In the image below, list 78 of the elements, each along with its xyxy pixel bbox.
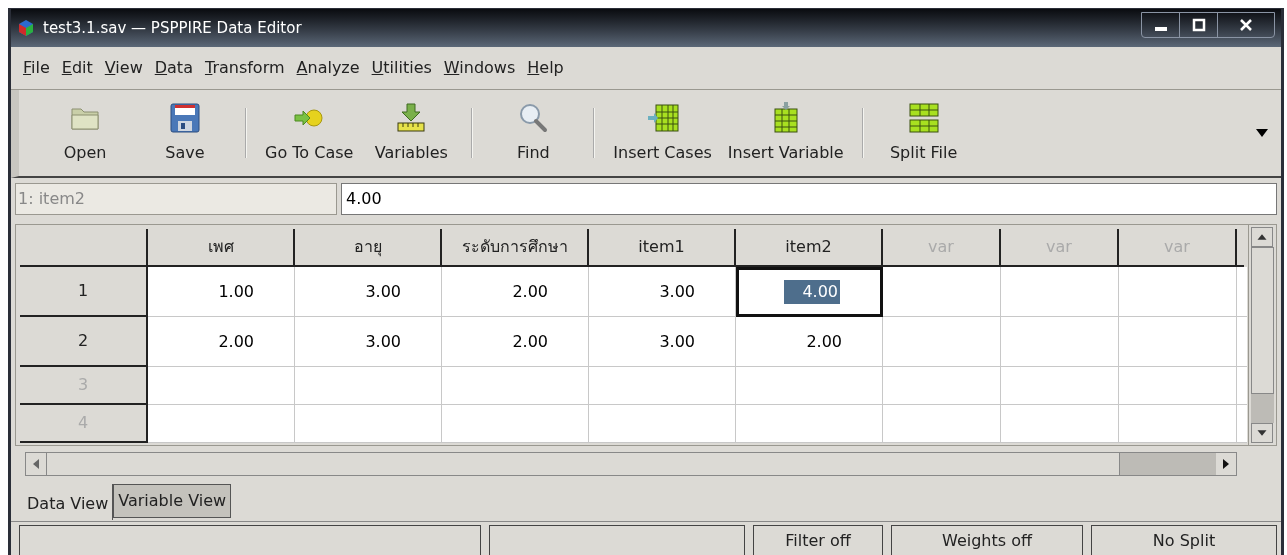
table-cell[interactable]	[736, 367, 883, 405]
table-cell[interactable]	[1001, 405, 1119, 443]
toolbar-button[interactable]: Split File	[873, 97, 974, 169]
table-cell[interactable]: 2.00	[442, 267, 589, 317]
maximize-icon	[1191, 18, 1206, 32]
app-cube-icon	[17, 19, 35, 37]
cell-value-field[interactable]: 4.00	[341, 183, 1277, 215]
table-cell[interactable]	[1237, 367, 1247, 405]
menu-item[interactable]: Windows	[439, 56, 520, 80]
column-header[interactable]: เพศ	[148, 229, 295, 265]
table-cell[interactable]	[883, 317, 1001, 367]
table-cell[interactable]	[442, 405, 589, 443]
scroll-up-icon[interactable]	[1251, 227, 1273, 247]
table-cell[interactable]	[1119, 367, 1237, 405]
table-cell[interactable]: 3.00	[589, 317, 736, 367]
table-cell[interactable]	[1119, 317, 1237, 367]
menu-item[interactable]: Data	[150, 56, 197, 80]
toolbar-button[interactable]: Insert Cases	[605, 97, 720, 169]
close-icon	[1239, 18, 1253, 32]
toolbar-button[interactable]: Go To Case	[257, 97, 362, 169]
table-cell[interactable]	[589, 405, 736, 443]
column-header[interactable]: item1	[589, 229, 736, 265]
table-cell[interactable]: 2.00	[442, 317, 589, 367]
table-cell[interactable]: 3.00	[589, 267, 736, 317]
menu-item[interactable]: Edit	[57, 56, 97, 80]
minimize-icon	[1154, 27, 1167, 31]
toolbar-button[interactable]: Open	[35, 97, 135, 169]
table-cell[interactable]: 2.00	[148, 317, 295, 367]
toolbar-button[interactable]: Find	[483, 97, 584, 169]
table-cell[interactable]	[1237, 267, 1247, 317]
menu-item[interactable]: Transform	[200, 56, 289, 80]
table-cell[interactable]	[295, 405, 442, 443]
overflow-caret-icon[interactable]	[1255, 128, 1269, 138]
table-cell[interactable]	[148, 405, 295, 443]
horizontal-scrollbar[interactable]	[25, 452, 1237, 476]
table-cell[interactable]	[883, 267, 1001, 317]
table-cell[interactable]	[1001, 317, 1119, 367]
table-cell[interactable]	[1119, 405, 1237, 443]
table-cell[interactable]	[736, 405, 883, 443]
vertical-scrollbar[interactable]	[1248, 225, 1276, 445]
table-cell[interactable]: 3.00	[295, 317, 442, 367]
status-text: Weights off	[891, 525, 1083, 555]
menu-item[interactable]: Utilities	[367, 56, 436, 80]
table-cell[interactable]	[1237, 317, 1247, 367]
table-cell[interactable]	[148, 367, 295, 405]
table-cell[interactable]	[1119, 267, 1237, 317]
menu-item[interactable]: File	[19, 56, 54, 80]
table-cell[interactable]	[883, 405, 1001, 443]
column-header[interactable]: ระดับการศึกษา	[442, 229, 589, 265]
row-header[interactable]: 2	[20, 317, 148, 367]
table-cell[interactable]	[442, 367, 589, 405]
table-cell[interactable]	[1237, 405, 1247, 443]
table-cell[interactable]	[1001, 367, 1119, 405]
grid-arrow-icon	[645, 101, 680, 135]
window-title: test3.1.sav — PSPPIRE Data Editor	[43, 17, 302, 39]
column-header[interactable]: อายุ	[295, 229, 442, 265]
table-cell[interactable]	[295, 367, 442, 405]
scroll-down-icon[interactable]	[1251, 423, 1273, 443]
toolbar-button[interactable]: Save	[135, 97, 235, 169]
status-text: Filter off	[753, 525, 883, 555]
table-cell[interactable]: 1.00	[148, 267, 295, 317]
split-grid-icon	[906, 101, 941, 135]
scroll-thumb[interactable]	[1251, 247, 1274, 394]
table-cell[interactable]: 3.00	[295, 267, 442, 317]
table-cell[interactable]	[589, 367, 736, 405]
row-header[interactable]: 1	[20, 267, 148, 317]
table-cell[interactable]	[883, 367, 1001, 405]
toolbar-button[interactable]: Variables	[361, 97, 462, 169]
menu-item[interactable]: Analyze	[292, 56, 364, 80]
toolbar-button[interactable]: Insert Variable	[719, 97, 852, 169]
status-text: No Split	[1091, 525, 1277, 555]
menu-item[interactable]: View	[100, 56, 147, 80]
tab[interactable]: Variable View	[113, 484, 232, 518]
table-cell[interactable]	[1001, 267, 1119, 317]
menu-item[interactable]: Help	[523, 56, 568, 80]
column-header[interactable]: item2	[736, 229, 883, 265]
table-cell[interactable]: 2.00	[736, 317, 883, 367]
table-cell[interactable]: 4.00	[736, 267, 883, 317]
